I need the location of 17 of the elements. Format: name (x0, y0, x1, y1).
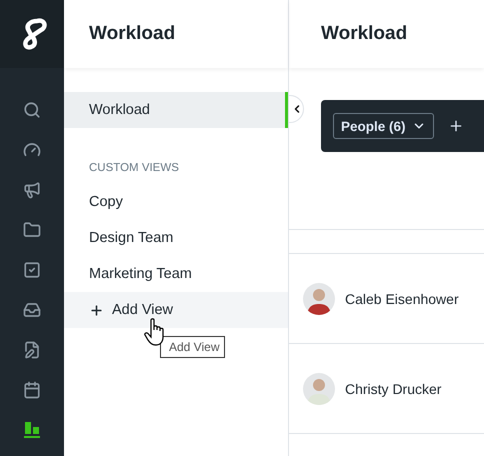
avatar-icon (303, 372, 335, 404)
sidebar-title: Workload (89, 23, 176, 45)
plus-icon (89, 302, 104, 318)
nav-item[interactable]: Workload (64, 92, 288, 128)
person-name: Caleb Eisenhower (345, 290, 459, 306)
page-title: Workload (321, 23, 408, 45)
nav-item[interactable]: Marketing Team (64, 256, 288, 292)
avatar-icon (303, 282, 335, 314)
people-dropdown[interactable]: People (6) (333, 113, 434, 139)
tooltip: Add View (160, 336, 226, 358)
nav-item[interactable]: Design Team (64, 220, 288, 256)
plus-icon (448, 118, 464, 134)
person-name: Christy Drucker (345, 380, 442, 396)
add-button[interactable] (448, 118, 464, 134)
section-heading: CUSTOM VIEWS (88, 161, 180, 176)
nav-item[interactable]: Copy (64, 184, 288, 220)
add-view-button[interactable]: Add View (64, 292, 288, 328)
